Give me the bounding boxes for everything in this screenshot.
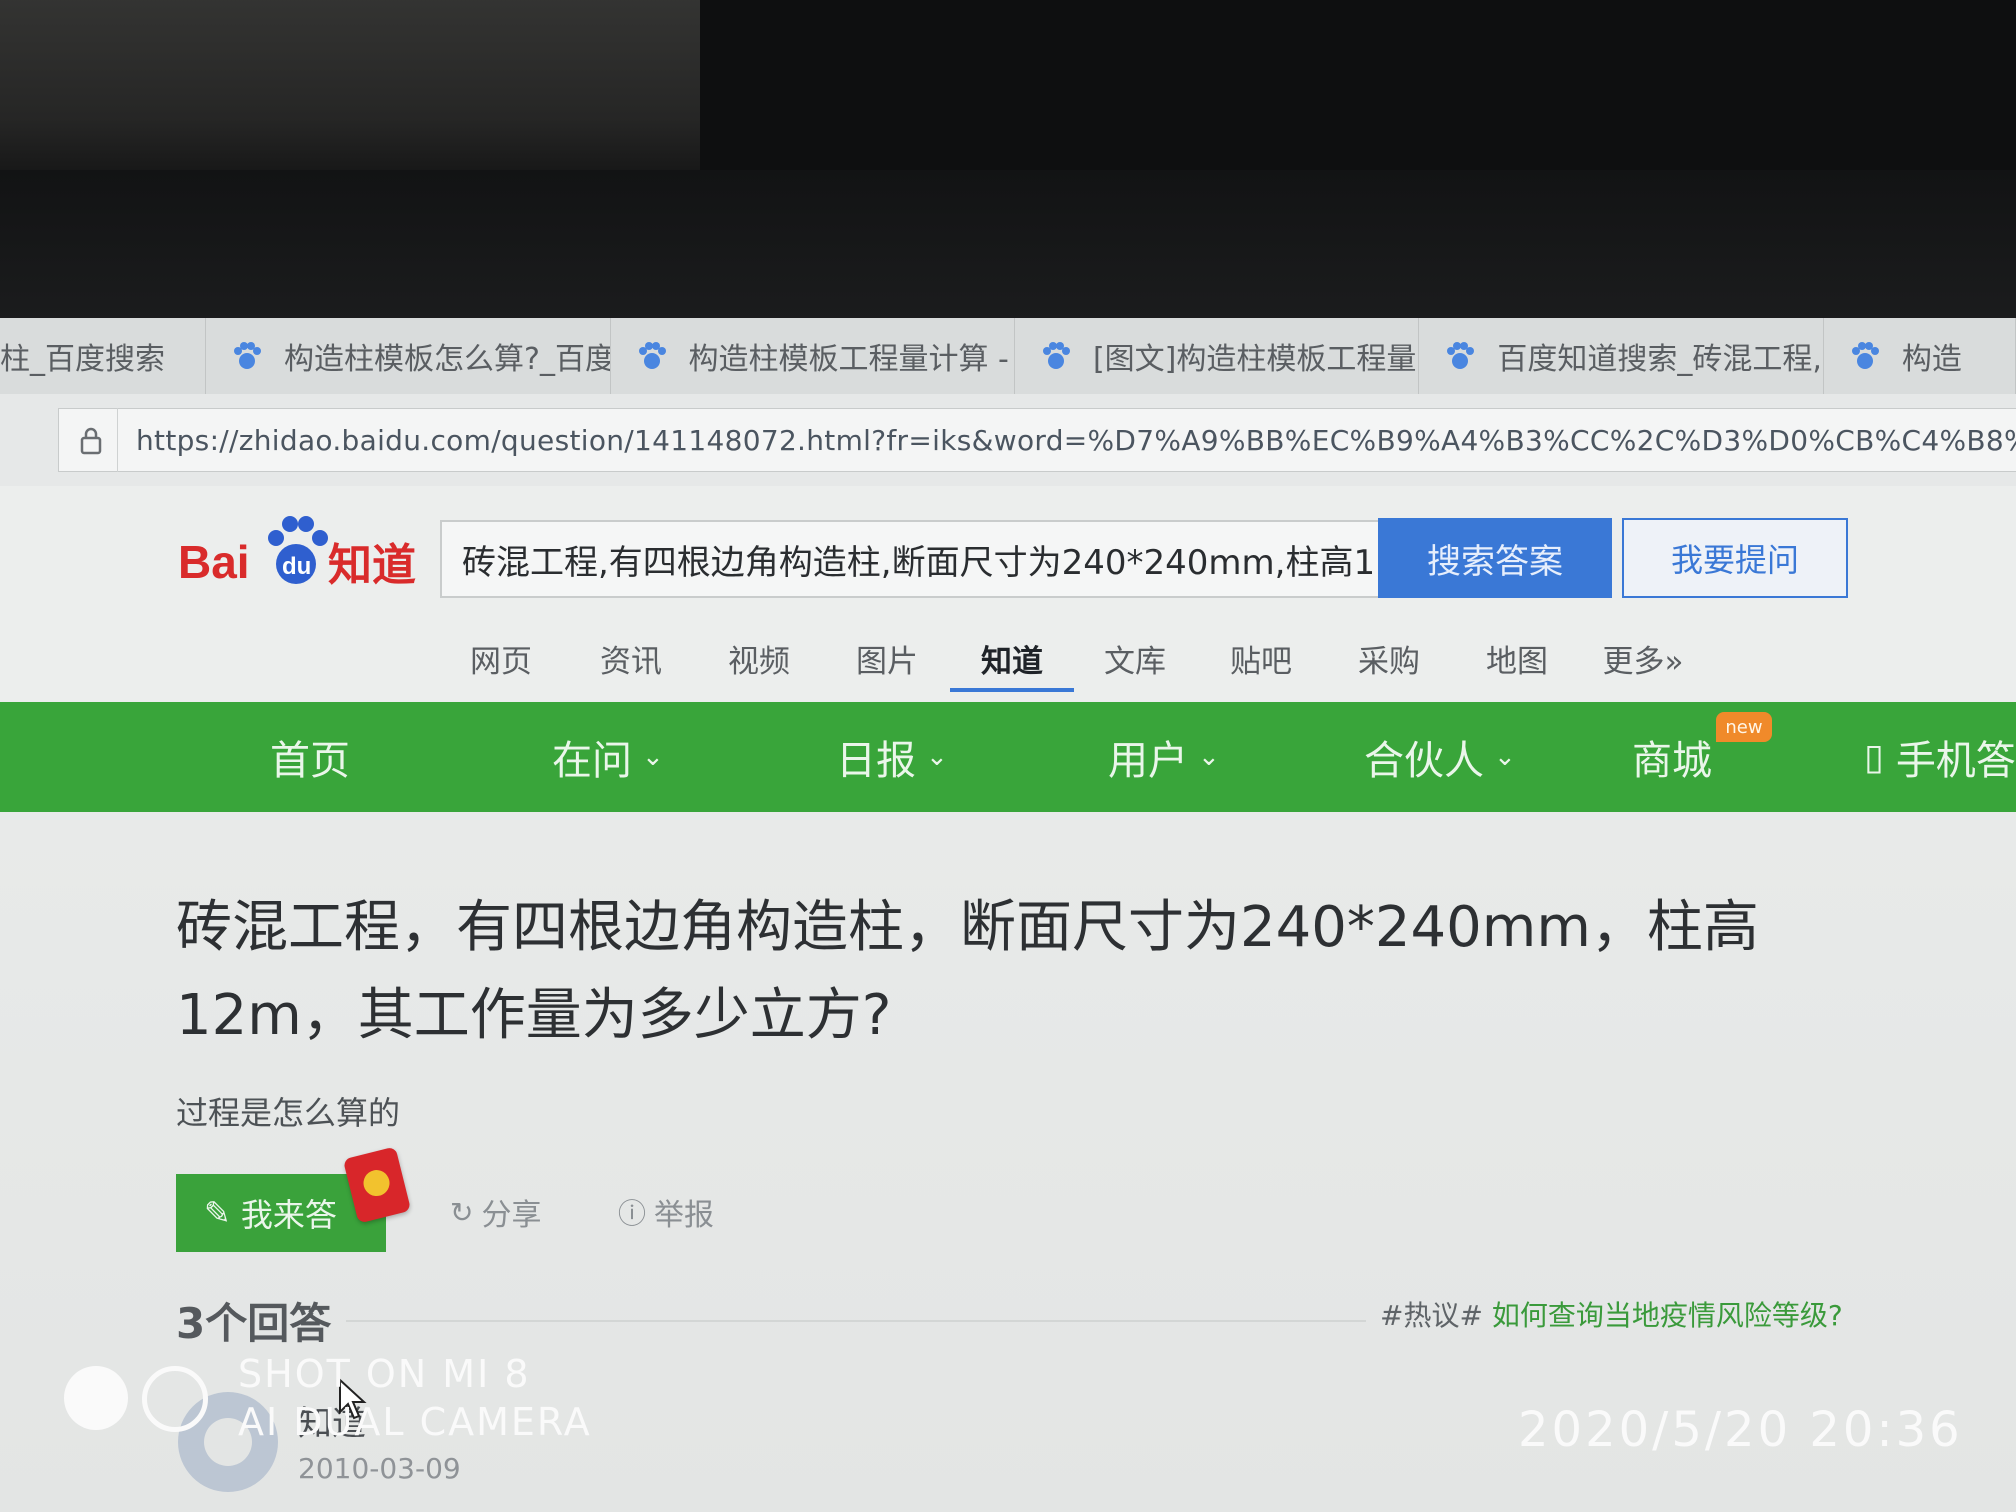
question-description: 过程是怎么算的 <box>176 1094 401 1132</box>
lock-icon <box>79 408 118 472</box>
search-answer-button[interactable]: 搜索答案 <box>1378 518 1612 598</box>
watermark-ring-icon <box>142 1366 208 1432</box>
nav-asking[interactable]: 在问 ⌄ <box>552 724 664 790</box>
svg-text:Bai: Bai <box>178 536 250 588</box>
browser-tab[interactable]: 柱_百度搜索 <box>0 318 207 394</box>
baidu-zhidao-logo[interactable]: Bai du 知道 <box>178 506 438 596</box>
monitor-bezel-glare <box>0 0 700 170</box>
baidu-paw-icon <box>1042 342 1070 369</box>
watermark-datetime: 2020/5/20 20:36 <box>1518 1402 1963 1458</box>
channel-images[interactable]: 图片 <box>852 628 922 688</box>
tab-label: 柱_百度搜索 <box>0 342 165 377</box>
search-field[interactable] <box>440 520 1380 598</box>
chevron-down-icon: ⌄ <box>926 742 948 772</box>
share-icon: ↻ <box>450 1195 474 1229</box>
nav-partner-label: 合伙人 <box>1364 738 1484 784</box>
nav-partner[interactable]: 合伙人 ⌄ <box>1364 724 1516 790</box>
nav-asking-label: 在问 <box>552 738 632 784</box>
browser-tab[interactable]: 构造柱模板工程量计算 - <box>611 318 1015 394</box>
share-button[interactable]: ↻ 分享 <box>450 1190 541 1234</box>
browser-tab-bar: 柱_百度搜索 构造柱模板怎么算?_百度 构造柱模板工程量计算 - [图文]构造柱… <box>0 318 2016 395</box>
share-label: 分享 <box>481 1198 542 1233</box>
channel-nav: 网页 资讯 视频 图片 知道 文库 贴吧 采购 地图 更多» <box>0 620 2016 702</box>
nav-daily[interactable]: 日报 ⌄ <box>836 724 948 790</box>
nav-home-label: 首页 <box>270 738 350 784</box>
chevron-down-icon: ⌄ <box>1494 742 1516 772</box>
info-icon: ⓘ <box>618 1197 647 1230</box>
tab-label: 构造 <box>1901 342 1962 377</box>
nav-mobile[interactable]: ▯ 手机答 <box>1864 724 2016 790</box>
tab-label: [图文]构造柱模板工程量 <box>1092 342 1417 377</box>
watermark-line1: SHOT ON MI 8 <box>238 1352 531 1396</box>
channel-map[interactable]: 地图 <box>1482 628 1552 688</box>
nav-users[interactable]: 用户 ⌄ <box>1108 724 1220 790</box>
channel-web[interactable]: 网页 <box>466 628 536 688</box>
monitor-bezel <box>0 170 2016 320</box>
channel-video[interactable]: 视频 <box>724 628 794 688</box>
watermark-dot-icon <box>64 1366 128 1430</box>
url-field[interactable]: https://zhidao.baidu.com/question/141148… <box>58 408 2016 472</box>
baidu-paw-icon <box>1447 342 1475 369</box>
channel-news[interactable]: 资讯 <box>596 628 666 688</box>
browser-tab[interactable]: [图文]构造柱模板工程量 <box>1015 318 1420 394</box>
question-title: 砖混工程，有四根边角构造柱，断面尺寸为240*240mm，柱高12m，其工作量为… <box>176 895 1759 1048</box>
browser-tab[interactable]: 百度知道搜索_砖混工程, <box>1419 318 1824 394</box>
hot-topic[interactable]: #热议# 如何查询当地疫情风险等级? <box>1380 1294 1843 1334</box>
tab-label: 构造柱模板工程量计算 - <box>688 342 1009 377</box>
tab-label: 构造柱模板怎么算?_百度 <box>284 342 611 377</box>
divider <box>346 1320 1366 1322</box>
screen: 柱_百度搜索 构造柱模板怎么算?_百度 构造柱模板工程量计算 - [图文]构造柱… <box>0 318 2016 1512</box>
url-text: https://zhidao.baidu.com/question/141148… <box>136 423 2016 457</box>
answer-date: 2010-03-09 <box>298 1452 461 1485</box>
nav-mall[interactable]: 商城 <box>1632 724 1712 790</box>
channel-zhidao[interactable]: 知道 <box>950 628 1074 692</box>
nav-mobile-label: 手机答 <box>1895 738 2016 784</box>
chevron-down-icon: ⌄ <box>642 742 664 772</box>
answer-button-label: 我来答 <box>240 1196 337 1234</box>
hot-link[interactable]: 如何查询当地疫情风险等级? <box>1492 1299 1843 1332</box>
edit-icon: ✎ <box>204 1194 231 1232</box>
channel-wenku[interactable]: 文库 <box>1100 628 1170 688</box>
watermark-line2: AI DUAL CAMERA <box>238 1400 592 1444</box>
new-badge: new <box>1716 712 1772 742</box>
nav-users-label: 用户 <box>1108 738 1188 784</box>
browser-tab[interactable]: 构造柱模板怎么算?_百度 <box>206 318 611 394</box>
chevron-down-icon: ⌄ <box>1198 742 1220 772</box>
svg-text:du: du <box>282 553 311 580</box>
search-input[interactable] <box>442 538 1378 580</box>
svg-text:知道: 知道 <box>328 540 416 591</box>
site-header: Bai du 知道 搜索答案 我要提问 <box>0 486 2016 620</box>
channel-purchase[interactable]: 采购 <box>1354 628 1424 688</box>
baidu-paw-icon <box>1851 342 1879 369</box>
baidu-paw-icon <box>234 342 262 369</box>
zhidao-main-nav: 首页 在问 ⌄ 日报 ⌄ 用户 ⌄ 合伙人 ⌄ 商城 new ▯ 手机答 <box>0 702 2016 812</box>
report-label: 举报 <box>654 1198 715 1233</box>
answers-count: 3个回答 <box>176 1299 332 1348</box>
nav-daily-label: 日报 <box>836 738 916 784</box>
nav-home[interactable]: 首页 <box>270 724 350 790</box>
address-bar: https://zhidao.baidu.com/question/141148… <box>0 394 2016 487</box>
nav-mall-label: 商城 <box>1632 738 1712 784</box>
ask-question-button[interactable]: 我要提问 <box>1622 518 1848 598</box>
browser-tab[interactable]: 构造 <box>1824 318 2016 394</box>
report-button[interactable]: ⓘ 举报 <box>618 1190 714 1234</box>
baidu-paw-icon <box>638 342 666 369</box>
channel-more[interactable]: 更多» <box>1598 628 1688 688</box>
tab-label: 百度知道搜索_砖混工程, <box>1497 342 1822 377</box>
phone-icon: ▯ <box>1864 736 1884 778</box>
hot-tag: #热议# <box>1380 1299 1483 1332</box>
channel-tieba[interactable]: 贴吧 <box>1226 628 1296 688</box>
